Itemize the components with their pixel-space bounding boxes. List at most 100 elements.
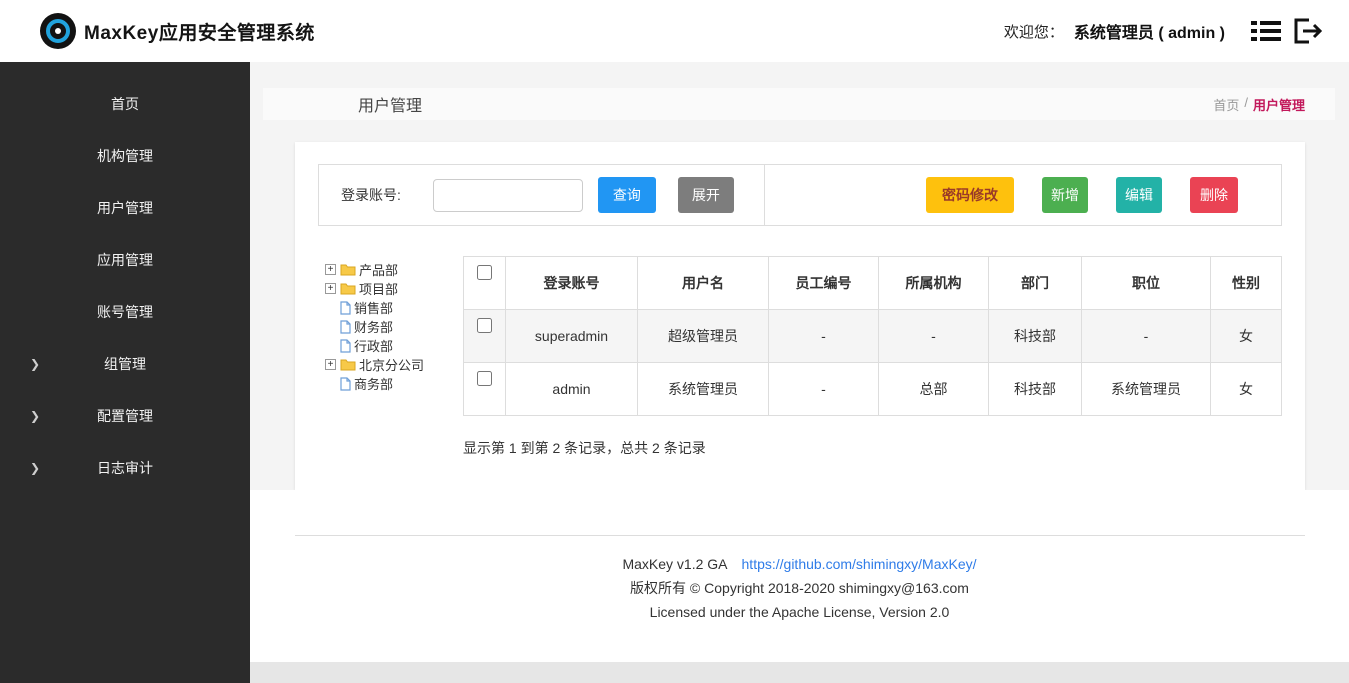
folder-icon <box>340 282 356 295</box>
github-link[interactable]: https://github.com/shimingxy/MaxKey/ <box>742 556 977 572</box>
delete-button[interactable]: 删除 <box>1190 177 1238 213</box>
file-icon <box>340 320 351 334</box>
breadcrumb-home-link[interactable]: 首页 <box>1213 95 1239 114</box>
col-header-department: 部门 <box>989 257 1082 310</box>
table-row[interactable]: admin 系统管理员 - 总部 科技部 系统管理员 女 <box>464 363 1282 416</box>
login-account-label: 登录账号: <box>341 185 401 205</box>
query-button[interactable]: 查询 <box>598 177 656 213</box>
col-header-organization: 所属机构 <box>879 257 989 310</box>
row-select-checkbox[interactable] <box>477 371 492 386</box>
cell-organization: - <box>879 310 989 363</box>
sidebar-item-label: 配置管理 <box>97 406 153 426</box>
chevron-right-icon: ❯ <box>30 357 40 371</box>
footer-copyright: 版权所有 © Copyright 2018-2020 shimingxy@163… <box>250 578 1349 598</box>
tree-node-beijing-branch[interactable]: + 北京分公司 <box>325 355 463 374</box>
sidebar-item-label: 应用管理 <box>97 250 153 270</box>
sidebar-item-org-management[interactable]: 机构管理 <box>0 130 250 182</box>
expand-button[interactable]: 展开 <box>678 177 734 213</box>
tree-node-label: 产品部 <box>359 260 398 279</box>
sidebar-item-app-management[interactable]: 应用管理 <box>0 234 250 286</box>
users-table: 登录账号 用户名 员工编号 所属机构 部门 职位 性别 <box>463 256 1282 416</box>
cell-username: 超级管理员 <box>638 310 769 363</box>
sidebar-item-label: 首页 <box>111 94 139 114</box>
col-header-position: 职位 <box>1082 257 1211 310</box>
row-select-checkbox[interactable] <box>477 318 492 333</box>
col-header-gender: 性别 <box>1211 257 1282 310</box>
top-bar-right: 欢迎您： 系统管理员 ( admin ) <box>1004 16 1323 46</box>
records-summary: 显示第 1 到第 2 条记录，总共 2 条记录 <box>463 438 1282 458</box>
logout-icon[interactable] <box>1291 16 1323 46</box>
sidebar-item-home[interactable]: 首页 <box>0 78 250 130</box>
cell-employee-no: - <box>769 363 879 416</box>
sidebar-item-account-management[interactable]: 账号管理 <box>0 286 250 338</box>
org-tree: + 产品部 + 项目部 销售部 <box>318 256 463 458</box>
top-bar: MaxKey应用安全管理系统 欢迎您： 系统管理员 ( admin ) <box>0 0 1349 62</box>
add-button[interactable]: 新增 <box>1042 177 1088 213</box>
tree-node-label: 项目部 <box>359 279 398 298</box>
welcome-label: 欢迎您： <box>1004 21 1064 42</box>
tree-expand-icon[interactable]: + <box>325 359 336 370</box>
sidebar-item-label: 日志审计 <box>97 458 153 478</box>
row-select-cell <box>464 363 506 416</box>
cell-gender: 女 <box>1211 363 1282 416</box>
breadcrumb: 首页 / 用户管理 <box>1213 95 1305 114</box>
tree-node-label: 商务部 <box>354 374 393 393</box>
tree-node-finance-dept[interactable]: 财务部 <box>325 317 463 336</box>
login-account-input[interactable] <box>433 179 583 212</box>
cell-login-account: superadmin <box>506 310 638 363</box>
cell-position: - <box>1082 310 1211 363</box>
tree-node-business-dept[interactable]: 商务部 <box>325 374 463 393</box>
file-icon <box>340 377 351 391</box>
tree-node-project-dept[interactable]: + 项目部 <box>325 279 463 298</box>
cell-position: 系统管理员 <box>1082 363 1211 416</box>
select-all-checkbox[interactable] <box>477 265 492 280</box>
edit-button[interactable]: 编辑 <box>1116 177 1162 213</box>
sidebar-item-label: 用户管理 <box>97 198 153 218</box>
search-form: 登录账号: 查询 展开 <box>319 165 765 225</box>
footer-version-line: MaxKey v1.2 GA https://github.com/shiming… <box>250 556 1349 572</box>
sidebar-item-label: 账号管理 <box>97 302 153 322</box>
folder-icon <box>340 263 356 276</box>
tree-node-label: 北京分公司 <box>359 355 424 374</box>
sidebar-item-log-audit[interactable]: ❯日志审计 <box>0 442 250 494</box>
logo-ring <box>46 19 70 43</box>
tree-expand-icon[interactable]: + <box>325 264 336 275</box>
cell-department: 科技部 <box>989 310 1082 363</box>
footer-license: Licensed under the Apache License, Versi… <box>250 604 1349 620</box>
sidebar: 首页 机构管理 用户管理 应用管理 账号管理 ❯ 组管理 ❯配置管理 ❯日志审计 <box>0 62 250 683</box>
tree-node-product-dept[interactable]: + 产品部 <box>325 260 463 279</box>
password-change-button[interactable]: 密码修改 <box>926 177 1014 213</box>
folder-icon <box>340 358 356 371</box>
tree-node-admin-dept[interactable]: 行政部 <box>325 336 463 355</box>
select-all-cell <box>464 257 506 310</box>
table-header-row: 登录账号 用户名 员工编号 所属机构 部门 职位 性别 <box>464 257 1282 310</box>
sidebar-item-user-management[interactable]: 用户管理 <box>0 182 250 234</box>
row-select-cell <box>464 310 506 363</box>
tree-node-label: 销售部 <box>354 298 393 317</box>
table-row[interactable]: superadmin 超级管理员 - - 科技部 - 女 <box>464 310 1282 363</box>
main-content: 用户管理 首页 / 用户管理 登录账号: 查询 展开 <box>250 62 1349 683</box>
current-user-label: 系统管理员 ( admin ) <box>1074 19 1225 43</box>
file-icon <box>340 339 351 353</box>
col-header-login-account: 登录账号 <box>506 257 638 310</box>
sidebar-item-label: 机构管理 <box>97 146 153 166</box>
brand: MaxKey应用安全管理系统 <box>40 13 315 49</box>
tree-node-sales-dept[interactable]: 销售部 <box>325 298 463 317</box>
bottom-strip <box>250 662 1349 683</box>
search-toolbar: 登录账号: 查询 展开 密码修改 新增 编辑 删除 <box>318 164 1282 226</box>
menu-list-icon[interactable] <box>1251 18 1281 44</box>
file-icon <box>340 301 351 315</box>
sidebar-item-config-management[interactable]: ❯配置管理 <box>0 390 250 442</box>
breadcrumb-separator: / <box>1244 95 1248 114</box>
footer-version: MaxKey v1.2 GA <box>622 556 727 572</box>
tree-expand-icon[interactable]: + <box>325 283 336 294</box>
footer-divider <box>295 535 1305 536</box>
content-card: 登录账号: 查询 展开 密码修改 新增 编辑 删除 <box>295 142 1305 490</box>
maxkey-logo-icon <box>40 13 76 49</box>
action-buttons: 密码修改 新增 编辑 删除 <box>926 177 1238 213</box>
sidebar-item-label: 组管理 <box>104 354 146 374</box>
sidebar-item-group-management[interactable]: ❯ 组管理 <box>0 338 250 390</box>
users-table-wrap: 登录账号 用户名 员工编号 所属机构 部门 职位 性别 <box>463 256 1282 458</box>
col-header-employee-no: 员工编号 <box>769 257 879 310</box>
cell-gender: 女 <box>1211 310 1282 363</box>
